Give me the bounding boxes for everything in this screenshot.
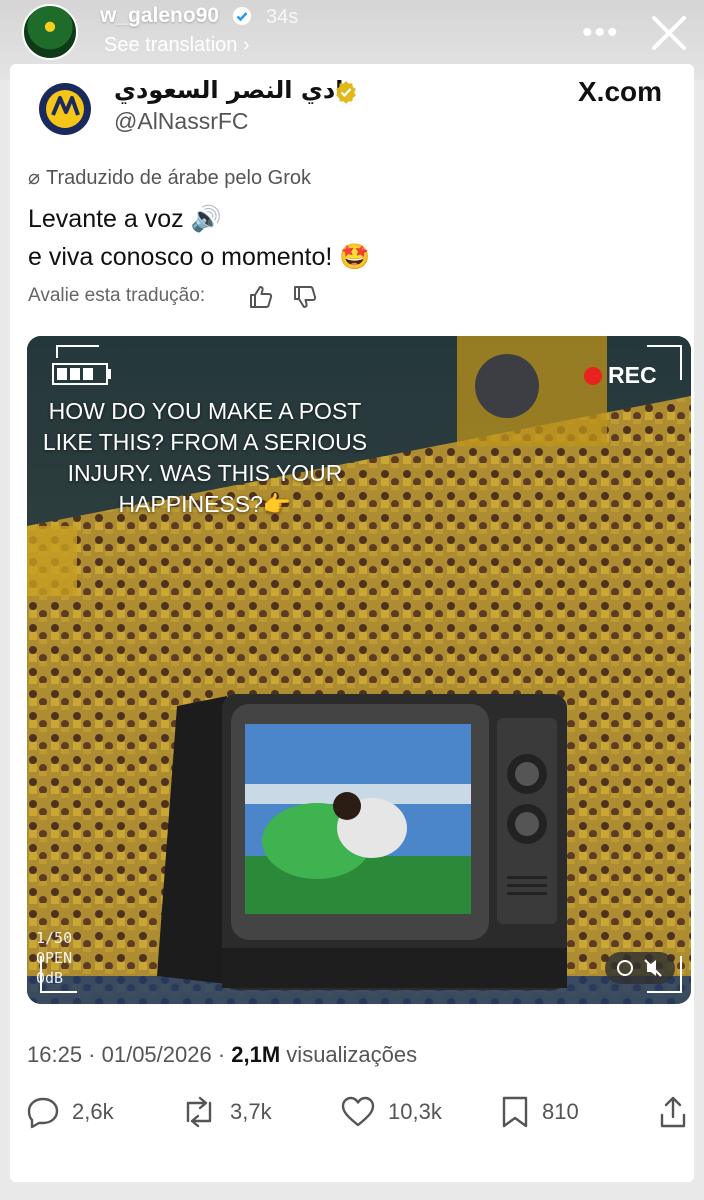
repost-button[interactable]: 3,7k (180, 1092, 272, 1132)
site-label: X.com (578, 76, 663, 107)
story-time: 34s (266, 6, 299, 28)
verified-badge-icon (233, 7, 251, 25)
chevron-right-icon: › (242, 34, 250, 56)
post-meta: 16:25 · 01/05/2026 · 2,1M visualizações (27, 1042, 417, 1068)
repost-count: 3,7k (230, 1099, 272, 1124)
thumbs-down-icon[interactable] (292, 284, 318, 310)
rec-indicator: REC (584, 362, 657, 389)
like-count: 10,3k (388, 1099, 442, 1124)
close-icon[interactable] (646, 10, 692, 56)
story-username[interactable]: w_galeno90 (100, 4, 219, 28)
stats-line-3: 0dB (36, 969, 64, 987)
reply-icon (27, 1097, 59, 1129)
view-count: 2,1M (231, 1042, 281, 1067)
post-timestamp[interactable]: 16:25 · 01/05/2026 · (27, 1042, 231, 1067)
slash-circle-icon: ⌀ (28, 167, 41, 189)
rate-translation-label: Avalie esta tradução: (28, 285, 206, 306)
display-name[interactable]: نادي النصر السعودي (114, 76, 353, 104)
like-button[interactable]: 10,3k (340, 1092, 442, 1132)
club-logo (39, 83, 91, 135)
tv-set (157, 694, 567, 990)
repost-icon (186, 1096, 212, 1128)
camera-stats: 1/50 OPEN 0dB (36, 928, 72, 988)
verified-gold-badge-icon (336, 81, 356, 104)
record-dot-icon (584, 367, 602, 385)
story-avatar[interactable] (22, 4, 78, 60)
more-options-icon[interactable]: ••• (582, 16, 620, 50)
thumbs-up-icon[interactable] (248, 284, 274, 310)
stats-line-2: OPEN (36, 949, 73, 967)
see-translation-link[interactable]: See translation › (104, 34, 250, 57)
tweet-text: Levante a voz 🔊 e viva conosco o momento… (28, 200, 370, 276)
bookmark-button[interactable]: 810 (500, 1092, 579, 1132)
mute-icon[interactable] (605, 952, 675, 984)
handle[interactable]: @AlNassrFC (114, 108, 249, 135)
action-bar: 2,6k 3,7k 10,3k 810 (0, 1092, 704, 1132)
bookmark-count: 810 (542, 1099, 579, 1124)
tweet-line-1: Levante a voz 🔊 (28, 205, 222, 233)
reply-count: 2,6k (72, 1099, 114, 1124)
translation-note: ⌀ Traduzido de árabe pelo Grok (28, 167, 312, 189)
share-icon (660, 1096, 686, 1128)
stats-line-1: 1/50 (36, 929, 73, 947)
bookmark-icon (502, 1096, 528, 1128)
video-overlay-text: HOW DO YOU MAKE A POST LIKE THIS? FROM A… (42, 398, 368, 517)
views-label: visualizações (280, 1042, 418, 1067)
heart-icon (341, 1096, 375, 1127)
share-button[interactable] (658, 1092, 700, 1132)
tweet-line-2: e viva conosco o momento! 🤩 (28, 243, 371, 271)
reply-button[interactable]: 2,6k (26, 1092, 114, 1132)
